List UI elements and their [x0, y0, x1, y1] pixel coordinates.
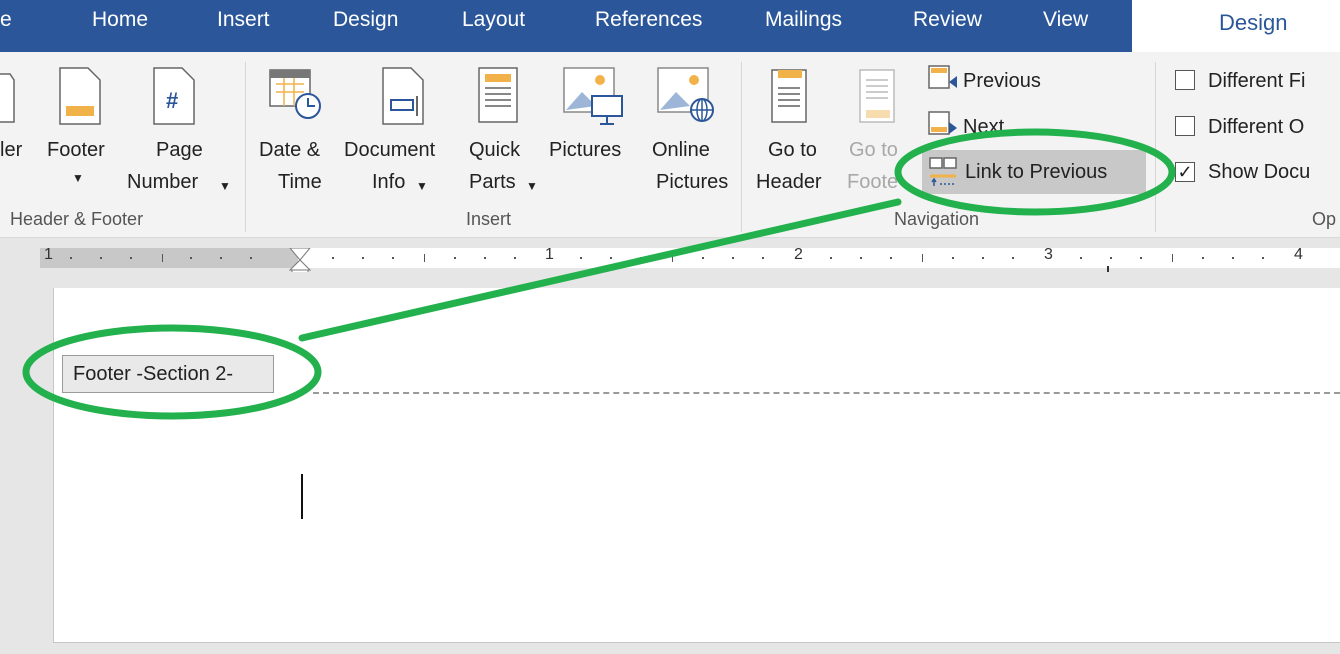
link-to-previous-icon: [929, 157, 957, 186]
online-pictures-icon: [657, 67, 714, 122]
previous-icon: [928, 65, 957, 89]
document-info-label-2[interactable]: Info: [372, 170, 405, 194]
svg-text:#: #: [166, 88, 178, 113]
next-button[interactable]: Next: [963, 115, 1004, 139]
tab-file[interactable]: e: [0, 8, 12, 32]
footer-icon: [59, 67, 101, 125]
ruler-number: 1: [44, 246, 53, 263]
group-label-header-footer: Header & Footer: [10, 209, 144, 229]
different-first-page-label: Different Fi: [1208, 70, 1306, 92]
document-info-dropdown-icon[interactable]: ▼: [416, 174, 428, 198]
header-button-label[interactable]: ler: [0, 138, 22, 162]
different-odd-even-checkbox[interactable]: [1175, 116, 1195, 136]
online-pictures-label-1[interactable]: Online: [652, 138, 710, 162]
document-page[interactable]: [53, 288, 1340, 643]
ruler-number: 1: [545, 246, 554, 263]
tab-header-footer-design[interactable]: Design: [1219, 10, 1287, 36]
tab-insert[interactable]: Insert: [217, 8, 270, 32]
ruler-number: 3: [1044, 246, 1053, 263]
ruler-number: 2: [794, 246, 803, 263]
link-to-previous-label: Link to Previous: [965, 161, 1108, 183]
go-to-header-label-2[interactable]: Header: [756, 170, 822, 194]
previous-button[interactable]: Previous: [963, 69, 1041, 93]
group-label-navigation: Navigation: [894, 209, 980, 229]
go-to-footer-icon: [859, 69, 895, 123]
contextual-tab-area: Design: [1132, 0, 1340, 52]
quick-parts-icon: [478, 67, 518, 123]
show-document-text-checkbox[interactable]: ✓: [1175, 162, 1195, 182]
quick-parts-label-1[interactable]: Quick: [469, 138, 520, 162]
pictures-button[interactable]: Pictures: [549, 138, 621, 162]
ruler-number: 4: [1294, 246, 1303, 263]
go-to-footer-label-1[interactable]: Go to: [849, 138, 898, 162]
next-icon: [928, 111, 957, 135]
tab-home[interactable]: Home: [92, 8, 148, 32]
go-to-footer-label-2[interactable]: Foote: [847, 170, 898, 194]
header-icon: [0, 73, 15, 123]
online-pictures-label-2[interactable]: Pictures: [656, 170, 728, 194]
group-label-insert: Insert: [466, 209, 512, 229]
date-time-label-1[interactable]: Date &: [259, 138, 320, 162]
tab-view[interactable]: View: [1043, 8, 1088, 32]
different-odd-even-label: Different O: [1208, 116, 1305, 138]
footer-boundary-line: [313, 392, 1340, 394]
go-to-header-label-1[interactable]: Go to: [768, 138, 817, 162]
ribbon-tab-bar: e Home Insert Design Layout References M…: [0, 0, 1132, 52]
go-to-header-icon: [771, 69, 807, 123]
page-number-dropdown-icon[interactable]: ▼: [219, 174, 231, 198]
group-label-options: Op: [1312, 209, 1337, 229]
footer-dropdown-icon[interactable]: ▼: [72, 166, 84, 190]
group-separator: [1155, 62, 1156, 232]
page-number-icon: #: [153, 67, 195, 125]
footer-button[interactable]: Footer: [47, 138, 105, 162]
different-first-page-checkbox[interactable]: [1175, 70, 1195, 90]
tab-mailings[interactable]: Mailings: [765, 8, 842, 32]
footer-section-tag: Footer -Section 2-: [62, 355, 274, 393]
page-number-label-2[interactable]: Number: [127, 170, 198, 194]
text-cursor: [301, 474, 303, 519]
group-separator: [245, 62, 246, 232]
date-time-icon: [269, 69, 321, 119]
page-number-label-1[interactable]: Page: [156, 138, 203, 162]
tab-references[interactable]: References: [595, 8, 702, 32]
show-document-text-label: Show Docu: [1208, 161, 1311, 183]
pictures-icon: [563, 67, 623, 125]
document-info-label-1[interactable]: Document: [344, 138, 435, 162]
quick-parts-dropdown-icon[interactable]: ▼: [526, 174, 538, 198]
tab-layout[interactable]: Layout: [462, 8, 525, 32]
group-separator: [741, 62, 742, 232]
quick-parts-label-2[interactable]: Parts: [469, 170, 516, 194]
tab-review[interactable]: Review: [913, 8, 982, 32]
date-time-label-2[interactable]: Time: [278, 170, 322, 194]
document-info-icon: [382, 67, 424, 125]
tab-design[interactable]: Design: [333, 8, 398, 32]
